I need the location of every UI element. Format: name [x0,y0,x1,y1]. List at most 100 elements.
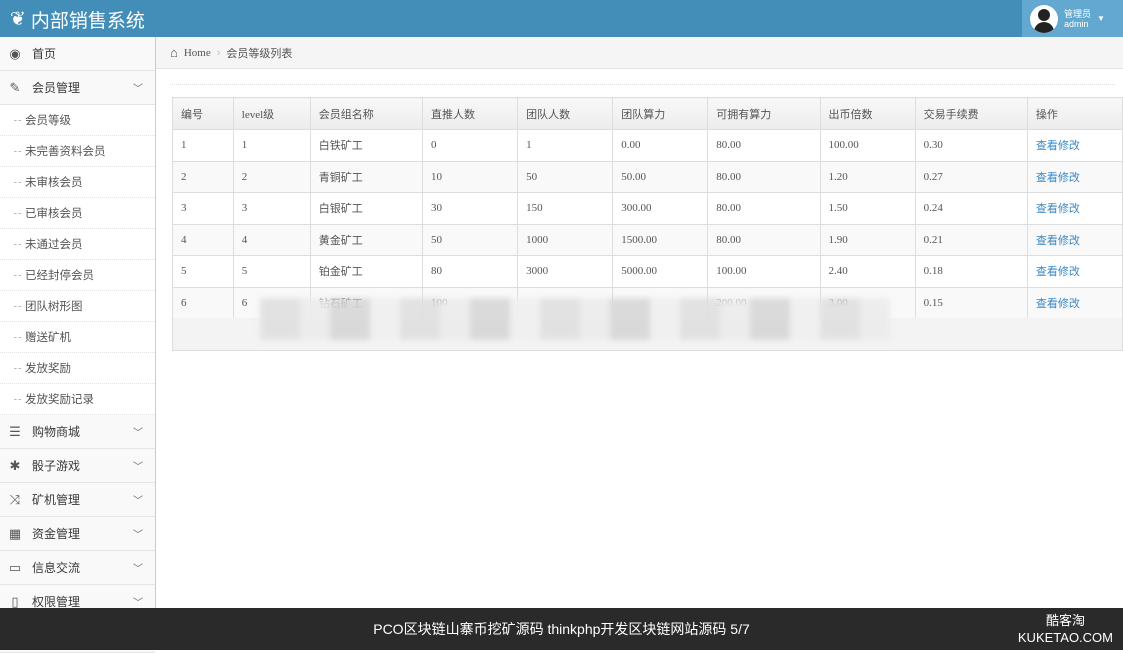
column-header[interactable]: 可拥有算力 [707,97,821,130]
main-content: ⌂ Home › 会员等级列表 编号 level级 会员组名称 直推人数 团队人数 团队算… [156,37,1123,608]
column-header[interactable]: 交易手续费 [914,97,1028,130]
table-cell: 白银矿工 [309,192,424,225]
submenu-item[interactable]: 会员等级 [0,105,155,136]
avatar [1030,4,1058,33]
sidebar-item-label: 会员管理 [32,81,81,95]
sidebar-item-label: 购物商城 [32,425,81,439]
table-cell: 50.00 [612,160,709,193]
view-edit-link[interactable]: 查看修改 [1036,298,1080,310]
sidebar-item-0[interactable]: ◉ 首页 [0,37,155,71]
sidebar-item-1[interactable]: ✎ 会员管理 ﹀ [0,71,155,105]
list-icon: ☰ [9,423,21,439]
table-cell: 2.40 [819,255,916,288]
table-cell: 2 [232,160,311,193]
user-menu[interactable]: 管理员 admin ▼ [1022,0,1123,37]
table-cell: 80.00 [707,160,821,193]
member-level-table: 编号 level级 会员组名称 直推人数 团队人数 团队算力 可拥有算力 出币倍数 交易手续费操… [172,97,1123,319]
breadcrumb-home[interactable]: Home [184,47,211,59]
submenu-item[interactable]: 未完善资料会员 [0,136,155,167]
view-edit-link[interactable]: 查看修改 [1036,172,1080,184]
submenu-item[interactable]: 未通过会员 [0,229,155,260]
divider [170,84,1115,85]
watermark-url: KUKETAO.COM [1017,630,1113,645]
table-cell: 1500.00 [612,223,709,256]
table-cell: 3 [172,192,234,225]
chevron-down-icon: ﹀ [133,598,143,609]
sidebar-item-label: 首页 [32,47,57,61]
breadcrumb-separator: › [216,46,221,59]
table-cell: 50 [517,160,614,193]
sidebar-item-label: 骰子游戏 [32,459,81,473]
submenu-item[interactable]: 发放奖励 [0,353,155,384]
table-cell: 查看修改 [1026,223,1123,256]
column-header[interactable]: 会员组名称 [309,97,424,130]
table-cell: 0.24 [914,192,1028,225]
view-edit-link[interactable]: 查看修改 [1036,266,1080,278]
column-header[interactable]: 直推人数 [422,97,519,130]
view-edit-link[interactable]: 查看修改 [1036,140,1080,152]
view-edit-link[interactable]: 查看修改 [1036,203,1080,215]
sidebar-item-3[interactable]: ✱ 骰子游戏 ﹀ [0,449,155,483]
sidebar-item-5[interactable]: ▦ 资金管理 ﹀ [0,517,155,551]
credit-card-icon: ▭ [8,559,22,575]
table-cell: 80 [422,255,519,288]
table-cell: 3000 [517,255,614,288]
sidebar: ◉ 首页 ✎ 会员管理 ﹀ 会员等级 未完善资料会员 未审核会员 已审核会员 未通过会员 已经封停会… [0,37,156,653]
table-cell: 查看修改 [1026,255,1123,288]
table-cell: 1 [517,129,614,162]
table-cell: 2 [172,160,234,193]
table-cell: 0.15 [914,286,1028,319]
table-row: 3 3 白银矿工 30 150 300.00 80.00 1.50 0.24 查看修改 [172,192,1123,225]
watermark: 酷客淘 KUKETAO.COM [1018,612,1113,646]
table-cell: 80.00 [707,129,821,162]
user-name: admin [1064,18,1089,29]
table-row: 1 1 白铁矿工 0 1 0.00 80.00 100.00 0.30 查看修改 [172,129,1123,162]
column-header[interactable]: 编号 [172,97,234,130]
table-cell: 150 [517,192,614,225]
submenu-item[interactable]: 已审核会员 [0,198,155,229]
column-header[interactable]: level级 [232,97,311,130]
table-row: 4 4 黄金矿工 50 1000 1500.00 80.00 1.90 0.21 查看修改 [172,223,1123,256]
blurred-region [260,298,890,340]
random-icon: ⤨ [9,491,21,507]
table-cell: 1000 [517,223,614,256]
edit-icon: ✎ [9,79,21,95]
table-row: 5 5 铂金矿工 80 3000 5000.00 100.00 2.40 0.18 查看修改 [172,255,1123,288]
sidebar-item-4[interactable]: ⤨ 矿机管理 ﹀ [0,483,155,517]
dashboard-icon: ◉ [9,45,21,61]
caption-text: PCO区块链山寨币挖矿源码 thinkphp开发区块链网站源码 5/7 [373,621,750,637]
table-cell: 青铜矿工 [309,160,424,193]
table-cell: 白铁矿工 [309,129,424,162]
sidebar-item-6[interactable]: ▭ 信息交流 ﹀ [0,551,155,585]
sidebar-item-2[interactable]: ☰ 购物商城 ﹀ [0,415,155,449]
submenu-item[interactable]: 发放奖励记录 [0,384,155,415]
column-header[interactable]: 团队算力 [612,97,709,130]
table-cell: 1 [232,129,311,162]
brand[interactable]: ❦ 内部销售系统 [10,6,145,33]
table-cell: 查看修改 [1026,160,1123,193]
table-cell: 查看修改 [1026,192,1123,225]
sidebar-item-label: 矿机管理 [32,493,81,507]
table-cell: 5 [172,255,234,288]
table-cell: 0.30 [914,129,1028,162]
submenu-item[interactable]: 赠送矿机 [0,322,155,353]
caret-down-icon: ▼ [1097,14,1105,23]
column-header[interactable]: 出币倍数 [819,97,916,130]
table-cell: 1.20 [819,160,916,193]
submenu-item[interactable]: 未审核会员 [0,167,155,198]
view-edit-link[interactable]: 查看修改 [1036,235,1080,247]
table-cell: 80.00 [707,223,821,256]
table-cell: 查看修改 [1026,286,1123,319]
sidebar-item-label: 资金管理 [32,527,81,541]
table-cell: 1 [172,129,234,162]
table-cell: 100.00 [819,129,916,162]
sidebar-item-label: 信息交流 [32,561,81,575]
chevron-down-icon: ﹀ [133,84,143,95]
submenu-item[interactable]: 团队树形图 [0,291,155,322]
table-cell: 6 [172,286,234,319]
column-header[interactable]: 团队人数 [517,97,614,130]
submenu-item[interactable]: 已经封停会员 [0,260,155,291]
column-header[interactable]: 操作 [1026,97,1123,130]
watermark-name: 酷客淘 [1045,613,1085,628]
chevron-down-icon: ﹀ [133,496,143,507]
